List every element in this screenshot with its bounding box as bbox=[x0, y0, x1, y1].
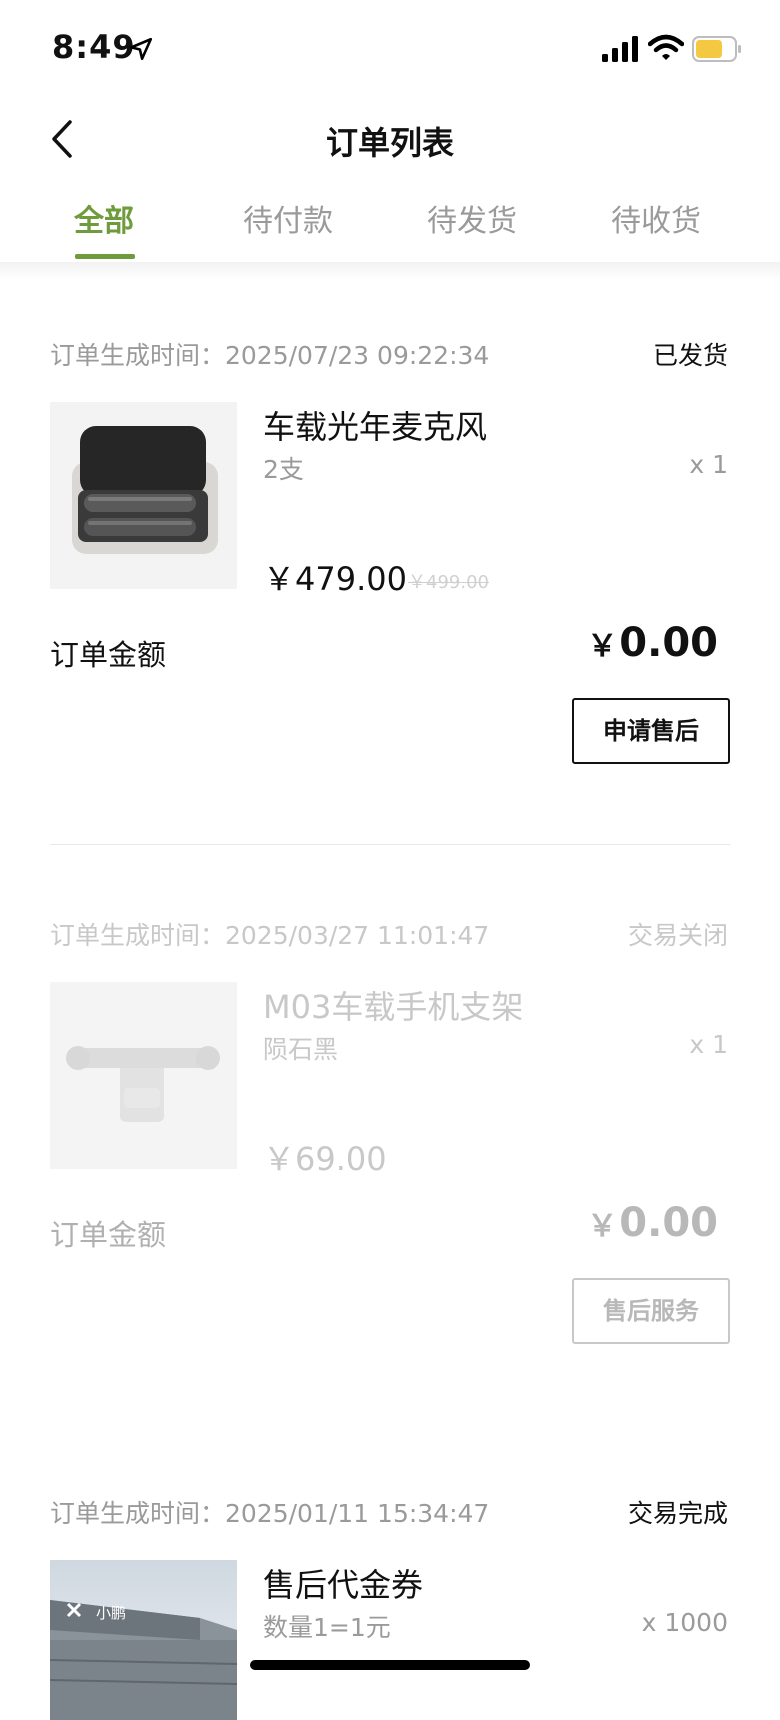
apply-after-sales-button[interactable]: 申请售后 bbox=[572, 698, 730, 764]
page-title: 订单列表 bbox=[325, 124, 454, 162]
product-name[interactable]: 售后代金券 bbox=[263, 1560, 423, 1606]
tabs-divider-shadow bbox=[0, 262, 780, 280]
cellular-signal-icon bbox=[602, 36, 638, 62]
brand-logo-text: 小鹏 bbox=[96, 1604, 127, 1622]
product-quantity: x 1 bbox=[689, 1030, 728, 1059]
active-tab-indicator bbox=[75, 254, 135, 259]
order-status: 已发货 bbox=[652, 341, 728, 370]
product-image[interactable] bbox=[50, 402, 237, 589]
order-amount-value: ￥0.00 bbox=[587, 1200, 718, 1246]
product-image[interactable]: 小鹏 bbox=[50, 1560, 237, 1720]
product-spec: 2支 bbox=[263, 455, 304, 484]
order-status: 交易关闭 bbox=[627, 921, 728, 950]
product-spec: 数量1=1元 bbox=[263, 1613, 391, 1642]
order-amount-value: ￥0.00 bbox=[587, 620, 718, 666]
home-indicator[interactable] bbox=[250, 1660, 530, 1670]
product-price: ￥69.00 bbox=[263, 1140, 387, 1178]
product-spec: 陨石黑 bbox=[263, 1035, 339, 1064]
product-original-price: ￥499.00 bbox=[408, 572, 489, 593]
tab-pending-receipt[interactable]: 待收货 bbox=[564, 196, 748, 262]
after-sales-service-button[interactable]: 售后服务 bbox=[572, 1278, 730, 1344]
status-time: 8:49 bbox=[52, 28, 136, 66]
order-amount-label: 订单金额 bbox=[50, 638, 167, 672]
order-amount-label: 订单金额 bbox=[50, 1218, 167, 1252]
amount-number: 0.00 bbox=[619, 1200, 718, 1246]
product-quantity: x 1000 bbox=[641, 1608, 728, 1637]
product-price: ￥479.00 bbox=[263, 560, 407, 598]
currency-symbol: ￥ bbox=[587, 629, 618, 664]
product-name[interactable]: M03车载手机支架 bbox=[263, 982, 523, 1028]
battery-icon bbox=[692, 36, 741, 62]
product-name[interactable]: 车载光年麦克风 bbox=[263, 402, 487, 448]
order-created-time: 订单生成时间：2025/07/23 09:22:34 bbox=[50, 341, 490, 370]
order-status: 交易完成 bbox=[627, 1499, 728, 1528]
tab-pending-shipment[interactable]: 待发货 bbox=[380, 196, 564, 262]
location-arrow-icon bbox=[129, 37, 153, 61]
tab-all[interactable]: 全部 bbox=[12, 196, 196, 262]
wifi-icon bbox=[648, 34, 684, 60]
order-created-time: 订单生成时间：2025/03/27 11:01:47 bbox=[50, 921, 490, 950]
tab-pending-payment[interactable]: 待付款 bbox=[196, 196, 380, 262]
amount-number: 0.00 bbox=[619, 620, 718, 666]
order-divider bbox=[50, 844, 730, 845]
order-created-time: 订单生成时间：2025/01/11 15:34:47 bbox=[50, 1499, 490, 1528]
product-quantity: x 1 bbox=[689, 450, 728, 479]
currency-symbol: ￥ bbox=[587, 1209, 618, 1244]
order-tabs: 全部 待付款 待发货 待收货 bbox=[0, 196, 780, 264]
product-image[interactable] bbox=[50, 982, 237, 1169]
status-bar: 8:49 bbox=[0, 0, 780, 100]
